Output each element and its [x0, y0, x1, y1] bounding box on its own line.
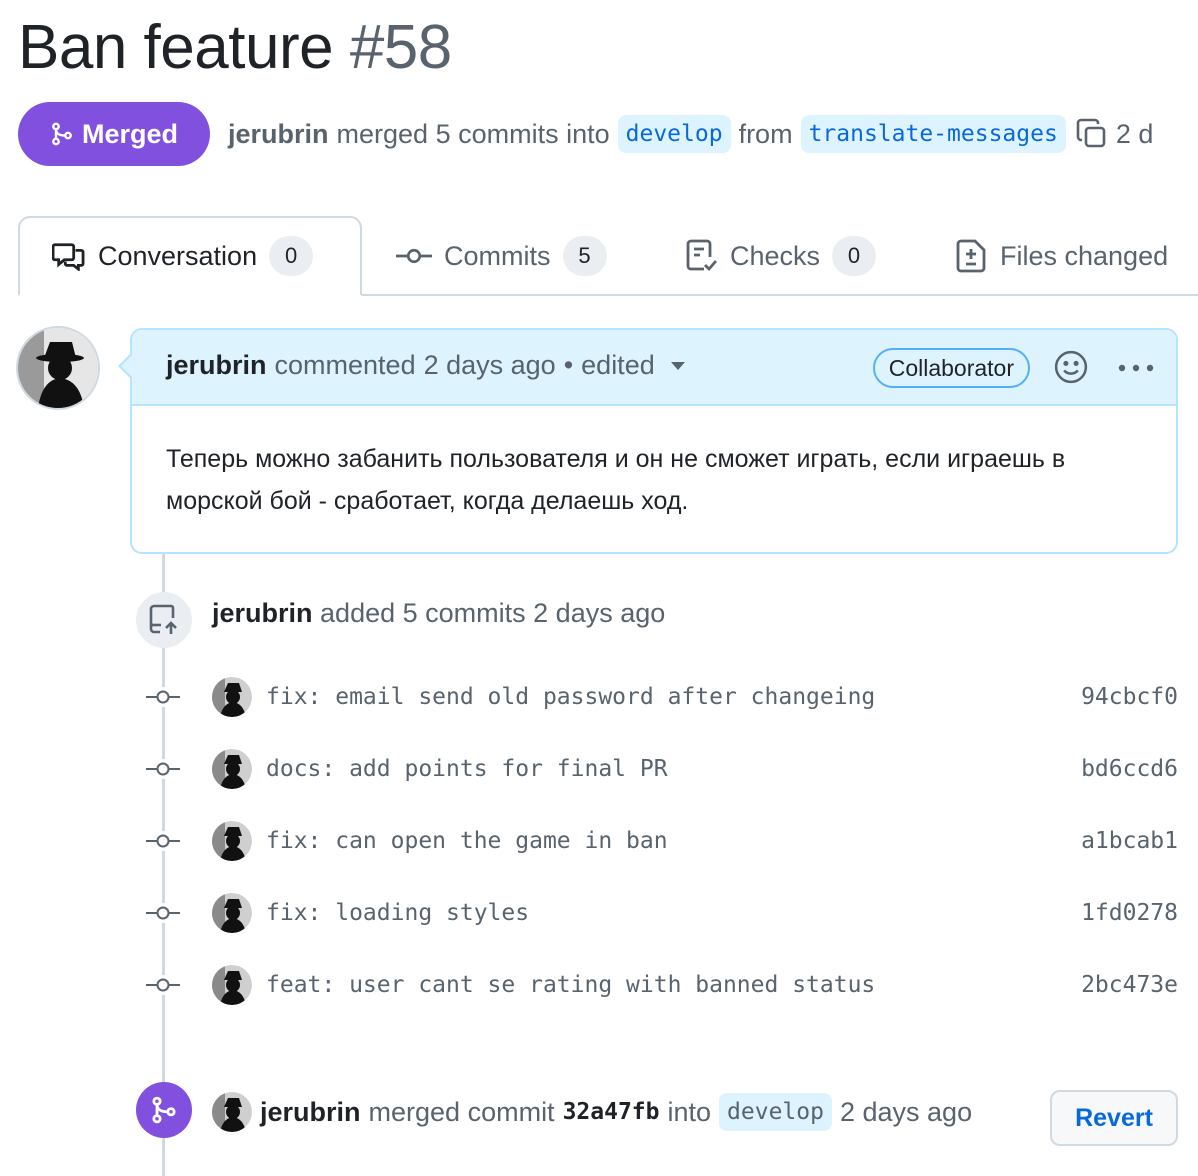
avatar[interactable] [212, 893, 252, 933]
commit-row: fix: loading styles 1fd0278 [146, 891, 1178, 935]
comment-separator: • [563, 350, 574, 380]
revert-button[interactable]: Revert [1050, 1090, 1178, 1146]
comment-caret-inner [121, 354, 133, 378]
tab-conversation-counter: 0 [269, 236, 314, 276]
tab-checks[interactable]: Checks 0 [686, 216, 877, 296]
git-merge-icon [152, 1096, 176, 1124]
commit-sha-link[interactable]: 2bc473e [1081, 972, 1178, 998]
checklist-icon [686, 239, 718, 272]
collaborator-badge: Collaborator [872, 348, 1030, 388]
pr-title: Ban feature #58 [18, 10, 452, 86]
repo-push-icon [149, 604, 177, 634]
merge-author-link[interactable]: jerubrin [260, 1097, 361, 1128]
from-text: from [738, 118, 793, 149]
merge-event-text: merged commit [368, 1096, 555, 1127]
commit-row: fix: can open the game in ban a1bcab1 [146, 819, 1178, 863]
git-commit-icon [146, 975, 180, 995]
merge-event-badge [136, 1082, 192, 1138]
tab-files-changed-label: Files changed [1000, 240, 1169, 271]
comment-discussion-icon [52, 243, 85, 271]
avatar[interactable] [212, 1092, 252, 1132]
merge-commit-sha-link[interactable]: 32a47fb [563, 1099, 660, 1125]
comment-meta: jerubrin commented 2 days ago • edited [166, 350, 685, 381]
tab-commits-counter: 5 [562, 236, 607, 276]
comment-time[interactable]: 2 days ago [424, 350, 556, 381]
merged-text: merged 5 commits into [336, 118, 610, 149]
avatar[interactable] [212, 749, 252, 789]
tab-checks-counter: 0 [832, 236, 877, 276]
avatar[interactable] [16, 326, 100, 410]
commits-added-event: jerubrin added 5 commits 2 days ago [212, 598, 665, 629]
repo-push-event-badge [136, 592, 192, 648]
event-text: added 5 commits [320, 598, 526, 628]
git-commit-icon [396, 248, 432, 264]
event-time[interactable]: 2 days ago [533, 598, 665, 628]
commit-sha-link[interactable]: 1fd0278 [1081, 900, 1178, 926]
tab-files-changed[interactable]: Files changed [956, 216, 1168, 296]
commit-sha-link[interactable]: a1bcab1 [1081, 828, 1178, 854]
comment-author-link[interactable]: jerubrin [166, 350, 267, 381]
git-commit-icon [146, 759, 180, 779]
git-commit-icon [146, 831, 180, 851]
avatar[interactable] [212, 677, 252, 717]
tab-commits-label: Commits [444, 240, 551, 271]
comment-edited-dropdown[interactable]: edited [581, 350, 685, 381]
commit-row: fix: email send old password after chang… [146, 675, 1178, 719]
pr-title-text: Ban feature [18, 13, 334, 82]
comment-action: commented [274, 350, 416, 380]
avatar[interactable] [212, 965, 252, 1005]
pr-time: 2 d [1115, 118, 1154, 149]
copy-icon[interactable] [1076, 118, 1108, 150]
merge-target-branch[interactable]: develop [719, 1093, 832, 1131]
commit-sha-link[interactable]: bd6ccd6 [1081, 756, 1178, 782]
git-commit-icon [146, 687, 180, 707]
state-label: Merged [81, 118, 179, 149]
tab-conversation-label: Conversation [98, 240, 258, 271]
base-branch[interactable]: develop [617, 115, 731, 153]
comment-header: jerubrin commented 2 days ago • edited C… [132, 330, 1176, 406]
event-author-link[interactable]: jerubrin [212, 598, 313, 628]
commit-message-link[interactable]: docs: add points for final PR [266, 756, 1081, 782]
tab-conversation[interactable]: Conversation 0 [18, 216, 362, 296]
commit-message-link[interactable]: feat: user cant se rating with banned st… [266, 972, 1081, 998]
smiley-icon[interactable] [1054, 350, 1088, 384]
pr-number: #58 [349, 13, 452, 82]
commit-message-link[interactable]: fix: email send old password after chang… [266, 684, 1081, 710]
commit-row: feat: user cant se rating with banned st… [146, 963, 1178, 1007]
git-commit-icon [146, 903, 180, 923]
comment-edited-label: edited [581, 350, 655, 380]
commit-message-link[interactable]: fix: loading styles [266, 900, 1081, 926]
head-branch[interactable]: translate-messages [800, 115, 1066, 153]
file-diff-icon [956, 239, 986, 273]
git-merge-icon [52, 122, 72, 146]
merged-state-badge: Merged [18, 102, 210, 166]
commit-row: docs: add points for final PR bd6ccd6 [146, 747, 1178, 791]
kebab-horizontal-icon[interactable] [1118, 364, 1154, 372]
comment-body: Теперь можно забанить пользователя и он … [166, 445, 1066, 515]
comment-box: jerubrin commented 2 days ago • edited C… [130, 328, 1178, 554]
triangle-down-icon [670, 361, 685, 370]
merge-event: jerubrin merged commit 32a47fb into deve… [212, 1092, 972, 1132]
tab-commits[interactable]: Commits 5 [396, 216, 607, 296]
tab-checks-label: Checks [730, 240, 821, 271]
merge-into-text: into [667, 1096, 712, 1127]
commit-sha-link[interactable]: 94cbcf0 [1081, 684, 1178, 710]
avatar[interactable] [212, 821, 252, 861]
pr-merge-summary: jerubrin merged 5 commits into develop f… [228, 108, 1153, 160]
commit-message-link[interactable]: fix: can open the game in ban [266, 828, 1081, 854]
pr-author-link[interactable]: jerubrin [228, 119, 329, 150]
merge-event-time[interactable]: 2 days ago [840, 1097, 972, 1128]
